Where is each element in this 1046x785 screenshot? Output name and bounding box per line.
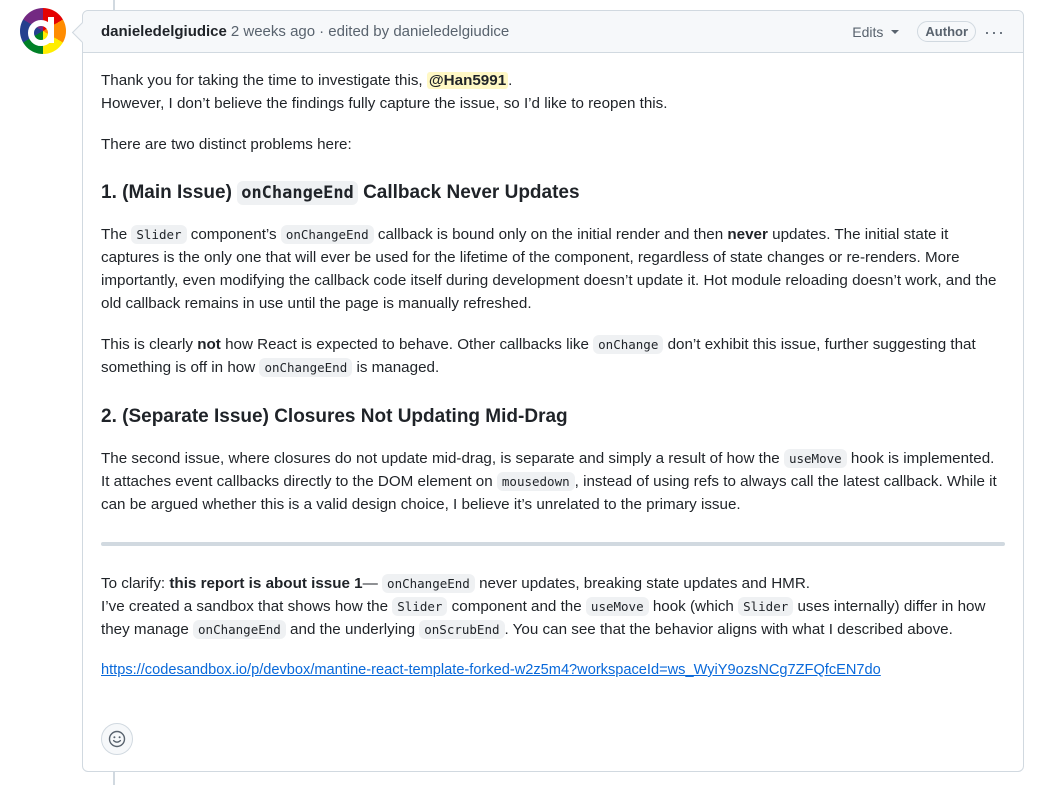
- edited-by-text: · edited by danieledelgiudice: [319, 23, 510, 40]
- edits-dropdown[interactable]: Edits: [852, 23, 900, 40]
- paragraph-link: https://codesandbox.io/p/devbox/mantine-…: [101, 659, 1005, 682]
- paragraph-thanks: Thank you for taking the time to investi…: [101, 69, 1005, 115]
- text: —: [362, 575, 383, 592]
- inline-code: onChangeEnd: [382, 574, 475, 593]
- text: component’s: [186, 226, 281, 243]
- paragraph-clarify: To clarify: this report is about issue 1…: [101, 572, 1005, 641]
- text: component and the: [447, 598, 586, 615]
- edits-label: Edits: [852, 23, 884, 40]
- inline-code: onChangeEnd: [237, 181, 358, 205]
- strong-text: never: [727, 226, 768, 243]
- user-mention[interactable]: @Han5991: [426, 72, 509, 89]
- horizontal-rule: [101, 542, 1005, 546]
- text: The: [101, 226, 132, 243]
- inline-code: onChangeEnd: [193, 620, 286, 639]
- text: .: [508, 72, 513, 89]
- heading-issue-2: 2. (Separate Issue) Closures Not Updatin…: [101, 406, 568, 427]
- paragraph-issue-1: The Slider component’s onChangeEnd callb…: [101, 223, 1005, 315]
- paragraph-react: This is clearly not how React is expecte…: [101, 333, 1005, 379]
- inline-code: Slider: [131, 225, 187, 244]
- text: and the underlying: [285, 621, 420, 638]
- text: The second issue, where closures do not …: [101, 450, 784, 467]
- comment-body: Thank you for taking the time to investi…: [83, 53, 1023, 682]
- strong-text: not: [197, 336, 221, 353]
- kebab-icon[interactable]: ···: [984, 23, 1005, 41]
- author-link[interactable]: danieledelgiudice: [101, 23, 227, 40]
- add-reaction-button[interactable]: [101, 723, 133, 755]
- heading-issue-1: 1. (Main Issue) onChangeEnd Callback Nev…: [101, 179, 1005, 207]
- strong-text: this report is about issue 1: [169, 575, 363, 592]
- inline-code: onChangeEnd: [280, 225, 374, 244]
- text: callback is bound only on the initial re…: [373, 226, 728, 243]
- inline-code: Slider: [738, 597, 794, 616]
- text: is managed.: [352, 359, 440, 376]
- text: I’ve created a sandbox that shows how th…: [101, 598, 393, 615]
- inline-code: onChangeEnd: [259, 358, 353, 377]
- text: hook (which: [648, 598, 739, 615]
- inline-code: useMove: [783, 449, 847, 468]
- text: how React is expected to behave. Other c…: [220, 336, 594, 353]
- text: never updates, breaking state updates an…: [474, 575, 811, 592]
- author-badge: Author: [917, 21, 977, 42]
- paragraph-intro: There are two distinct problems here:: [101, 136, 352, 153]
- text: However, I don’t believe the findings fu…: [101, 95, 668, 112]
- timestamp[interactable]: 2 weeks ago: [231, 23, 315, 40]
- inline-code: useMove: [585, 597, 649, 616]
- comment-box: danieledelgiudice 2 weeks ago · edited b…: [82, 10, 1024, 772]
- caret-down-icon: [891, 29, 900, 34]
- text: . You can see that the behavior aligns w…: [504, 621, 953, 638]
- text: Callback Never Updates: [357, 182, 580, 203]
- avatar-logo-icon: [28, 17, 54, 46]
- text: 1. (Main Issue): [101, 182, 238, 203]
- paragraph-issue-2: The second issue, where closures do not …: [101, 447, 1005, 516]
- inline-code: onChange: [593, 335, 664, 354]
- inline-code: mousedown: [496, 472, 575, 491]
- avatar[interactable]: [20, 8, 66, 54]
- inline-code: Slider: [392, 597, 448, 616]
- text: Thank you for taking the time to investi…: [101, 72, 427, 89]
- comment-header: danieledelgiudice 2 weeks ago · edited b…: [83, 11, 1023, 53]
- text: This is clearly: [101, 336, 198, 353]
- text: To clarify:: [101, 575, 170, 592]
- inline-code: onScrubEnd: [419, 620, 505, 639]
- smiley-icon: [108, 730, 126, 748]
- sandbox-link[interactable]: https://codesandbox.io/p/devbox/mantine-…: [101, 662, 881, 678]
